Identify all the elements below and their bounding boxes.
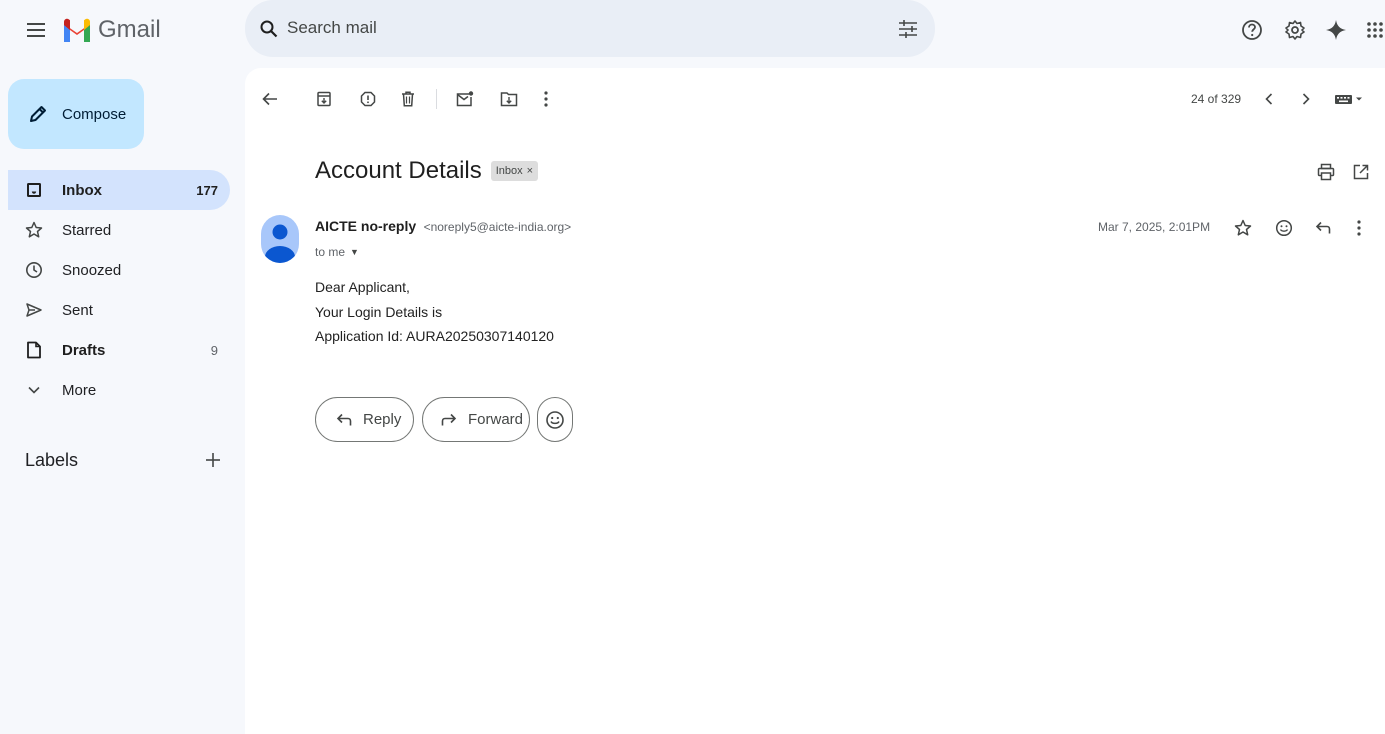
chevron-left-icon[interactable] bbox=[1257, 87, 1281, 111]
message-pager: 24 of 329 bbox=[1191, 92, 1242, 106]
reply-arrow-icon[interactable] bbox=[1311, 216, 1335, 240]
message-more-options-icon[interactable] bbox=[1347, 216, 1371, 240]
mark-unread-icon[interactable] bbox=[453, 87, 477, 111]
smiley-icon bbox=[546, 410, 564, 429]
body-line: Dear Applicant, bbox=[315, 279, 410, 295]
inbox-icon bbox=[24, 180, 44, 200]
delete-trash-icon[interactable] bbox=[396, 87, 420, 111]
sidebar: Compose Inbox 177 Starred Snoozed Sent D… bbox=[0, 62, 245, 734]
remove-label-button[interactable]: × bbox=[527, 165, 533, 177]
chevron-right-icon[interactable] bbox=[1294, 87, 1318, 111]
top-bar: Gmail bbox=[0, 0, 1385, 62]
search-options-icon[interactable] bbox=[893, 14, 923, 44]
toolbar-divider bbox=[436, 89, 437, 109]
gmail-m-icon bbox=[64, 18, 90, 42]
forward-label: Forward bbox=[468, 411, 524, 428]
reply-icon bbox=[334, 410, 354, 430]
sidebar-item-label: Drafts bbox=[62, 341, 106, 359]
star-icon[interactable] bbox=[1231, 216, 1255, 240]
body-line: Application Id: AURA20250307140120 bbox=[315, 328, 554, 344]
sidebar-item-label: More bbox=[62, 381, 97, 399]
sender-line: AICTE no-reply <noreply5@aicte-india.org… bbox=[315, 218, 571, 236]
clock-icon bbox=[24, 260, 44, 280]
add-reaction-emoji-icon[interactable] bbox=[1272, 216, 1296, 240]
search-icon[interactable] bbox=[255, 15, 283, 43]
subject-line: Account Details Inbox × bbox=[315, 157, 539, 185]
sidebar-item-label: Starred bbox=[62, 221, 112, 239]
compose-button[interactable]: Compose bbox=[8, 79, 144, 149]
search-input[interactable] bbox=[287, 12, 847, 44]
sidebar-item-sent[interactable]: Sent bbox=[8, 290, 230, 330]
add-label-plus-icon[interactable] bbox=[200, 447, 226, 473]
inbox-unread-count: 177 bbox=[196, 182, 218, 198]
message-date: Mar 7, 2025, 2:01PM bbox=[1098, 220, 1211, 234]
sidebar-item-label: Inbox bbox=[62, 181, 102, 199]
sender-email: <noreply5@aicte-india.org> bbox=[423, 220, 572, 234]
sidebar-item-snoozed[interactable]: Snoozed bbox=[8, 250, 230, 290]
compose-label: Compose bbox=[62, 105, 127, 123]
recipient-text: to me bbox=[315, 245, 346, 259]
message-view: 24 of 329 Account Details Inbox × AICTE … bbox=[245, 68, 1385, 734]
report-spam-icon[interactable] bbox=[356, 87, 380, 111]
caret-down-icon: ▼ bbox=[350, 247, 359, 257]
main-menu-icon[interactable] bbox=[22, 16, 50, 44]
sidebar-item-label: Snoozed bbox=[62, 261, 122, 279]
label-chip-text: Inbox bbox=[495, 165, 523, 177]
forward-button[interactable]: Forward bbox=[422, 397, 530, 442]
sender-name[interactable]: AICTE no-reply bbox=[315, 218, 416, 234]
chevron-down-icon bbox=[24, 380, 44, 400]
sidebar-item-inbox[interactable]: Inbox 177 bbox=[8, 170, 230, 210]
archive-icon[interactable] bbox=[312, 87, 336, 111]
sidebar-item-drafts[interactable]: Drafts 9 bbox=[8, 330, 230, 370]
message-subject: Account Details bbox=[315, 157, 482, 184]
recipient-details-toggle[interactable]: to me ▼ bbox=[315, 245, 359, 259]
labels-heading: Labels bbox=[25, 450, 79, 470]
forward-icon bbox=[439, 410, 459, 430]
input-tools-keyboard-icon[interactable] bbox=[1332, 87, 1368, 111]
label-chip-inbox: Inbox × bbox=[490, 161, 539, 181]
drafts-count: 9 bbox=[210, 342, 218, 358]
star-icon bbox=[24, 220, 44, 240]
gmail-logo[interactable]: Gmail bbox=[62, 14, 161, 46]
reply-label: Reply bbox=[363, 411, 402, 428]
pencil-icon bbox=[26, 102, 50, 126]
move-to-folder-icon[interactable] bbox=[497, 87, 521, 111]
gemini-sparkle-icon[interactable] bbox=[1320, 14, 1352, 46]
back-arrow-icon[interactable] bbox=[258, 87, 282, 111]
print-icon[interactable] bbox=[1314, 160, 1338, 184]
help-icon[interactable] bbox=[1236, 14, 1268, 46]
more-options-icon[interactable] bbox=[534, 87, 558, 111]
logo-text: Gmail bbox=[98, 16, 161, 43]
sidebar-item-starred[interactable]: Starred bbox=[8, 210, 230, 250]
body-line: Your Login Details is bbox=[315, 304, 443, 320]
sidebar-item-label: Sent bbox=[62, 301, 93, 319]
gmail-app: Gmail Search mail Compose Inbox 177 Star… bbox=[0, 0, 1385, 734]
reply-button[interactable]: Reply bbox=[315, 397, 414, 442]
emoji-reaction-button[interactable] bbox=[537, 397, 573, 442]
open-in-new-window-icon[interactable] bbox=[1349, 160, 1373, 184]
apps-grid-icon[interactable] bbox=[1359, 14, 1385, 46]
file-icon bbox=[24, 340, 44, 360]
sidebar-item-more[interactable]: More bbox=[8, 370, 230, 410]
send-icon bbox=[24, 300, 44, 320]
search-bar[interactable] bbox=[245, 0, 935, 57]
settings-gear-icon[interactable] bbox=[1279, 14, 1311, 46]
sender-avatar[interactable] bbox=[261, 215, 299, 263]
